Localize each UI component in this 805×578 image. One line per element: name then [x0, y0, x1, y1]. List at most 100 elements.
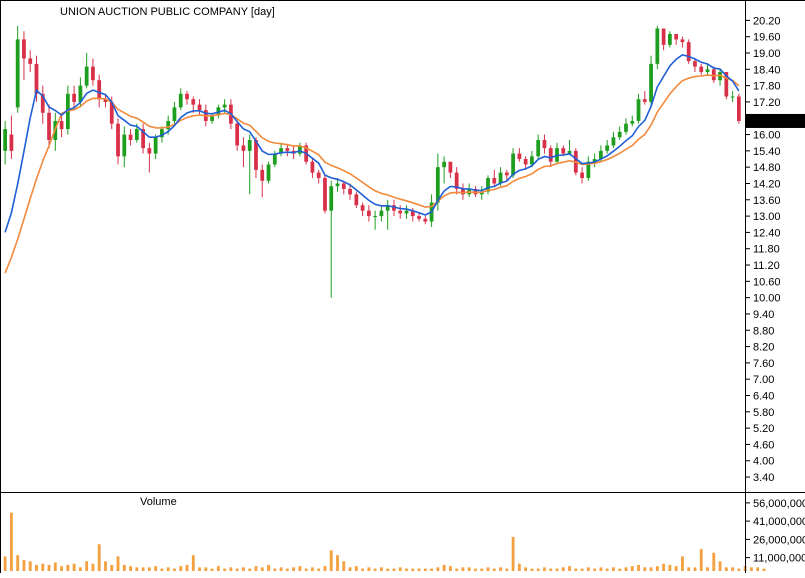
candle-body	[461, 188, 465, 195]
volume-bar	[122, 564, 126, 571]
candle-body	[310, 161, 315, 173]
volume-bar	[185, 564, 189, 571]
candle-body	[711, 69, 716, 81]
candle-body	[730, 96, 735, 98]
price-tick-label: 10.00	[753, 293, 781, 305]
last-price-marker	[746, 113, 805, 128]
candle-body	[134, 129, 139, 140]
volume-bar	[135, 567, 139, 571]
volume-bar	[536, 568, 540, 571]
volume-bar	[580, 568, 584, 571]
volume-bar	[386, 568, 390, 571]
volume-bar	[612, 567, 615, 571]
candle-body	[504, 172, 509, 176]
candle-body	[3, 129, 8, 151]
volume-bar	[342, 561, 346, 571]
volume-bar	[737, 568, 741, 571]
volume-bar	[549, 568, 553, 571]
volume-bar	[154, 566, 158, 571]
chart-background	[0, 0, 805, 573]
volume-bar	[361, 568, 365, 571]
volume-bar	[586, 567, 590, 571]
candle-body	[153, 137, 158, 154]
volume-bar	[235, 568, 239, 571]
volume-tick-label: 56,000,000	[753, 498, 805, 510]
candle-body	[247, 139, 252, 151]
price-tick-label: 16.00	[753, 130, 781, 142]
price-tick-label: 11.20	[753, 260, 780, 272]
volume-bar	[141, 567, 145, 571]
volume-bar	[53, 562, 57, 571]
candle-body	[661, 28, 666, 45]
price-tick-label: 7.00	[753, 374, 774, 386]
volume-bar	[568, 566, 571, 571]
volume-bar	[543, 567, 546, 571]
candle-body	[191, 99, 196, 105]
volume-bar	[348, 567, 352, 571]
candle-body	[341, 183, 346, 189]
candle-body	[172, 107, 177, 121]
volume-label: Volume	[140, 496, 177, 508]
candle-body	[84, 66, 89, 86]
candle-body	[185, 93, 189, 100]
volume-bar	[16, 555, 20, 571]
volume-bar	[724, 567, 728, 571]
candle-body	[517, 153, 522, 160]
volume-bar	[436, 567, 440, 571]
candle-body	[116, 123, 120, 157]
volume-bar	[3, 556, 7, 571]
volume-bar	[97, 544, 101, 571]
candle-body	[373, 216, 378, 218]
volume-bar	[267, 564, 270, 571]
candle-body	[649, 63, 653, 102]
volume-bar	[467, 567, 471, 571]
volume-bar	[104, 561, 107, 571]
volume-bar	[179, 566, 183, 571]
volume-bar	[517, 563, 521, 571]
candle-body	[354, 194, 359, 206]
volume-bar	[643, 567, 647, 571]
volume-bar	[486, 567, 490, 571]
candle-body	[9, 134, 14, 151]
volume-bar	[254, 566, 258, 571]
candle-body	[605, 145, 610, 151]
volume-bar	[480, 568, 484, 571]
volume-bar	[72, 563, 76, 571]
volume-bar	[91, 563, 95, 571]
candle-body	[668, 33, 672, 45]
volume-bar	[668, 564, 672, 571]
volume-bar	[662, 563, 666, 571]
price-tick-label: 15.40	[753, 146, 781, 158]
volume-bar	[398, 567, 402, 571]
candle-body	[686, 42, 691, 62]
candle-body	[28, 58, 33, 64]
volume-bar	[229, 567, 233, 571]
volume-bar	[762, 568, 766, 571]
volume-bar	[674, 566, 678, 571]
volume-bar	[411, 568, 415, 571]
volume-bar	[630, 566, 634, 571]
volume-bar	[373, 568, 377, 571]
volume-bar	[273, 568, 277, 571]
price-tick-label: 17.20	[753, 97, 781, 109]
candle-body	[379, 210, 384, 217]
candle-body	[630, 120, 635, 124]
volume-bar	[198, 567, 201, 571]
volume-bar	[147, 567, 151, 571]
volume-bar	[323, 566, 327, 571]
candle-body	[636, 99, 641, 121]
price-tick-label: 6.40	[753, 391, 774, 403]
candle-body	[417, 216, 421, 219]
volume-bar	[706, 567, 709, 571]
volume-bar	[756, 567, 760, 571]
volume-bar	[248, 568, 252, 571]
volume-bar	[561, 567, 565, 571]
candle-body	[624, 123, 628, 132]
price-tick-label: 19.60	[753, 32, 781, 44]
volume-bar	[492, 568, 496, 571]
volume-bar	[285, 568, 289, 571]
volume-bar	[618, 568, 622, 571]
candle-body	[404, 210, 409, 214]
candle-body	[736, 96, 741, 121]
candle-body	[15, 39, 20, 108]
